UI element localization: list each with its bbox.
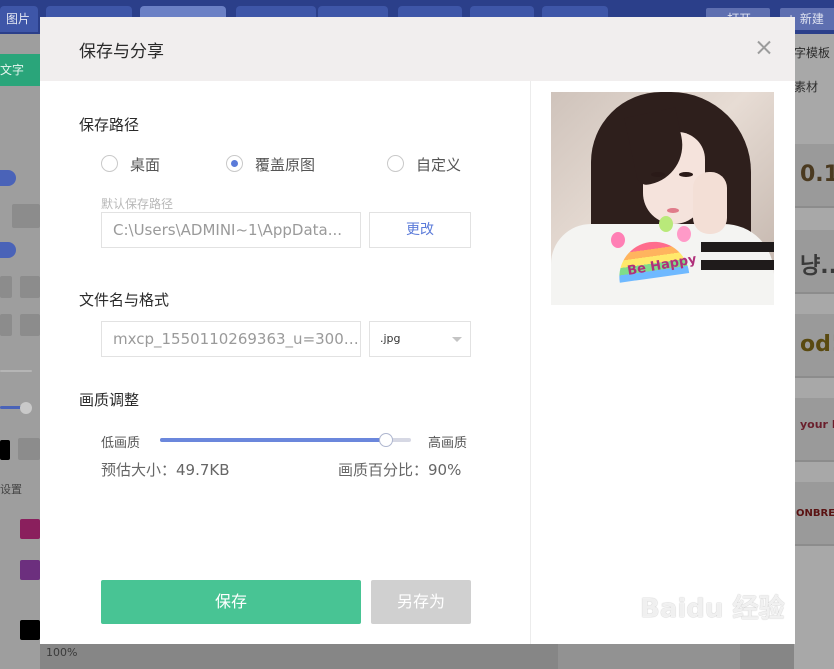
color-swatch[interactable]: [20, 519, 40, 539]
zoom-percent: 100%: [46, 646, 78, 659]
default-path-hint: 默认保存路径: [101, 197, 174, 211]
sticker-text: 냥..: [800, 254, 834, 279]
filename-format-title: 文件名与格式: [79, 291, 170, 309]
save-path-field[interactable]: C:\Users\ADMINI~1\AppData...: [101, 212, 361, 248]
color-swatch[interactable]: [0, 440, 10, 460]
left-control[interactable]: [12, 204, 40, 228]
sticker-card[interactable]: your best!!!: [794, 398, 834, 462]
option-dot[interactable]: [0, 242, 16, 258]
save-as-button[interactable]: 另存为: [371, 580, 471, 624]
baidu-watermark: Baidu 经验: [640, 594, 785, 624]
sticker-text: 0.1: [800, 162, 834, 187]
new-button-label: 新建: [799, 12, 824, 26]
chevron-down-icon: [452, 337, 462, 342]
low-quality-label: 低画质: [101, 436, 141, 451]
high-quality-label: 高画质: [428, 436, 468, 451]
save-path-title: 保存路径: [79, 116, 140, 134]
preview-lips: [667, 208, 679, 213]
radio-label: 自定义: [416, 156, 462, 174]
bottom-box: [558, 644, 740, 669]
right-panel: 字模板 素材 0.1 냥.. od! your best!!! ONBREAK: [794, 34, 834, 669]
slider-thumb[interactable]: [20, 402, 32, 414]
left-tab-text[interactable]: 文字: [0, 54, 40, 86]
align-button[interactable]: [0, 276, 12, 298]
change-path-button[interactable]: 更改: [369, 212, 471, 248]
format-select[interactable]: .jpg: [369, 321, 471, 357]
preview-eye: [679, 172, 693, 177]
settings-label: 设置: [0, 483, 22, 496]
format-select-value: .jpg: [380, 332, 401, 345]
sticker-text: ONBREAK: [796, 508, 834, 519]
quality-slider-fill: [160, 438, 386, 442]
align-button[interactable]: [20, 276, 40, 298]
color-swatch[interactable]: [20, 620, 40, 640]
radio-circle: [387, 155, 404, 172]
dialog-header: 保存与分享: [40, 17, 795, 81]
italic-button[interactable]: [20, 314, 40, 336]
estimated-size: 预估大小：49.7KB: [101, 461, 230, 479]
color-box[interactable]: [18, 438, 40, 460]
sticker-card[interactable]: ONBREAK: [794, 482, 834, 546]
sticker-card[interactable]: od!: [794, 314, 834, 378]
sticker-card[interactable]: 0.1: [794, 144, 834, 208]
top-tab-image[interactable]: 图片: [0, 6, 38, 32]
option-dot[interactable]: [0, 170, 16, 186]
close-icon[interactable]: [753, 37, 775, 59]
sticker-card[interactable]: 냥..: [794, 230, 834, 294]
filename-field[interactable]: mxcp_1550110269363_u=3008...: [101, 321, 361, 357]
divider: [530, 81, 531, 644]
balloon-icon: [611, 232, 625, 248]
preview-hand: [693, 172, 727, 234]
quality-percent: 画质百分比：90%: [338, 461, 462, 479]
bold-button[interactable]: [0, 314, 12, 336]
quality-title: 画质调整: [79, 391, 140, 409]
radio-label: 桌面: [130, 156, 161, 174]
sticker-text: your best!!!: [800, 418, 834, 431]
radio-circle: [226, 155, 243, 172]
radio-circle: [101, 155, 118, 172]
quality-slider-thumb[interactable]: [379, 433, 393, 447]
left-panel: 文字 设置: [0, 34, 40, 669]
sticker-text: od!: [800, 332, 834, 357]
preview-stripe: [701, 260, 774, 270]
slider-line: [0, 370, 32, 372]
balloon-icon: [677, 226, 691, 242]
preview-stripe: [701, 242, 774, 252]
balloon-icon: [659, 216, 673, 232]
save-button[interactable]: 保存: [101, 580, 361, 624]
quality-slider[interactable]: [160, 433, 411, 447]
material-tab[interactable]: 素材: [794, 78, 818, 95]
radio-label: 覆盖原图: [255, 156, 316, 174]
baidu-watermark-url: jingyan.baidu.com: [660, 628, 771, 642]
preview-eye: [651, 172, 665, 177]
preview-image: Be Happy: [551, 92, 774, 305]
template-tab[interactable]: 字模板: [794, 44, 830, 61]
color-swatch[interactable]: [20, 560, 40, 580]
save-share-dialog: 保存与分享 保存路径 桌面 覆盖原图 自定义 默认保存路径 C:\Users\A…: [40, 17, 795, 644]
dialog-title: 保存与分享: [79, 42, 164, 62]
